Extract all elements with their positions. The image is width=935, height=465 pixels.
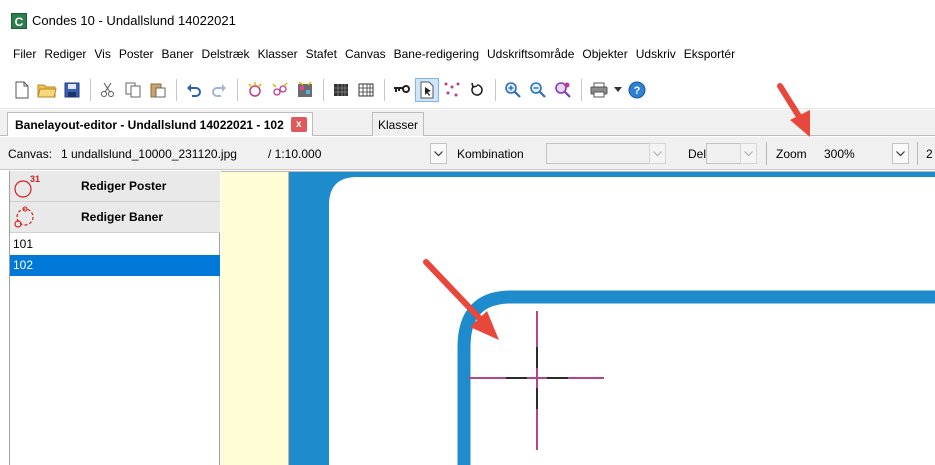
menu-canvas[interactable]: Canvas — [341, 47, 390, 61]
open-folder-icon[interactable] — [35, 78, 59, 102]
control-add-icon[interactable] — [243, 78, 267, 102]
options-separator — [766, 142, 767, 165]
menu-rediger[interactable]: Rediger — [40, 47, 90, 61]
cut-icon[interactable] — [96, 78, 120, 102]
menu-udskriftsomraade[interactable]: Udskriftsområde — [483, 47, 578, 61]
course-icon[interactable] — [293, 78, 317, 102]
map-drawing[interactable] — [221, 172, 935, 465]
menu-delstraek[interactable]: Delstræk — [198, 47, 254, 61]
menu-poster[interactable]: Poster — [115, 47, 158, 61]
toolbar-separator — [176, 78, 177, 101]
svg-text:?: ? — [634, 85, 641, 97]
course-panel: 31 Rediger Poster Rediger Baner 101 102 — [9, 171, 220, 465]
menu-filer[interactable]: Filer — [9, 47, 40, 61]
course-list-item[interactable]: 101 — [10, 234, 220, 255]
redo-icon[interactable] — [207, 78, 231, 102]
edit-courses-button[interactable]: Rediger Baner — [10, 202, 220, 233]
zoom-in-icon[interactable] — [501, 78, 525, 102]
zoom-label: Zoom — [776, 147, 807, 161]
tab-klasser[interactable]: Klasser — [372, 112, 425, 136]
menu-baner[interactable]: Baner — [158, 47, 198, 61]
edit-controls-button[interactable]: 31 Rediger Poster — [10, 171, 220, 202]
del-select[interactable] — [706, 143, 742, 164]
save-icon[interactable] — [60, 78, 84, 102]
tab-banelayout-editor[interactable]: Banelayout-editor - Undallslund 14022021… — [7, 112, 313, 136]
kombination-dropdown-button[interactable] — [649, 143, 666, 164]
del-dropdown-button[interactable] — [740, 143, 757, 164]
canvas-options-bar: Canvas: 1 undallslund_10000_231120.jpg /… — [0, 137, 935, 170]
edit-controls-label: Rediger Poster — [81, 179, 167, 193]
menu-klasser[interactable]: Klasser — [254, 47, 302, 61]
zoom-value: 300% — [824, 147, 855, 161]
map-margin — [221, 172, 289, 465]
toolbar-separator — [581, 78, 582, 101]
dots-icon[interactable] — [440, 78, 464, 102]
canvas-label: Canvas: — [8, 147, 53, 161]
edit-courses-label: Rediger Baner — [81, 210, 164, 224]
menu-eksporter[interactable]: Eksportér — [680, 47, 739, 61]
zoom-out-icon[interactable] — [526, 78, 550, 102]
window-title: Condes 10 - Undallslund 14022021 — [32, 13, 236, 28]
new-file-icon[interactable] — [10, 78, 34, 102]
app-icon: C — [11, 13, 27, 29]
control-count-badge: 31 — [30, 174, 40, 184]
help-icon[interactable]: ? — [625, 78, 649, 102]
key-icon[interactable] — [390, 78, 414, 102]
toolbar-separator — [90, 78, 91, 101]
options-separator — [917, 142, 918, 165]
toolbar-separator — [237, 78, 238, 101]
undo-icon[interactable] — [182, 78, 206, 102]
close-icon[interactable]: x — [290, 117, 307, 132]
menu-bane-redigering[interactable]: Bane-redigering — [390, 47, 483, 61]
cut-off-field: 2 — [926, 147, 933, 161]
canvas-dropdown-button[interactable] — [430, 143, 447, 164]
course-loop-icon — [14, 206, 34, 228]
print-icon[interactable] — [587, 78, 611, 102]
tab-label: Banelayout-editor - Undallslund 14022021… — [15, 117, 284, 132]
course-list-item-selected[interactable]: 102 — [10, 255, 220, 276]
pointer-tool-icon[interactable] — [415, 77, 439, 102]
print-dropdown-icon[interactable] — [612, 78, 624, 102]
grid-dense-icon[interactable] — [329, 78, 353, 102]
canvas-file-value: 1 undallslund_10000_231120.jpg — [61, 147, 237, 161]
kombination-label: Kombination — [457, 147, 524, 161]
menu-stafet[interactable]: Stafet — [302, 47, 341, 61]
paste-icon[interactable] — [146, 78, 170, 102]
zoom-dropdown-button[interactable] — [892, 143, 909, 164]
menu-objekter[interactable]: Objekter — [578, 47, 631, 61]
control-circle-icon: 31 — [14, 174, 40, 198]
menu-udskriv[interactable]: Udskriv — [632, 47, 680, 61]
control-edit-icon[interactable] — [268, 78, 292, 102]
toolbar-separator — [384, 78, 385, 101]
toolbar-separator — [323, 78, 324, 101]
map-background — [289, 172, 935, 465]
kombination-select[interactable] — [546, 143, 651, 164]
loop-icon[interactable] — [465, 78, 489, 102]
toolbar-separator — [495, 78, 496, 101]
zoom-custom-icon[interactable] — [551, 78, 575, 102]
title-bar: C Condes 10 - Undallslund 14022021 — [0, 0, 935, 42]
annotation-arrow-zoom — [777, 83, 810, 137]
map-canvas[interactable] — [221, 171, 935, 465]
del-label: Del — [688, 147, 707, 161]
copy-icon[interactable] — [121, 78, 145, 102]
canvas-scale-value: / 1:10.000 — [268, 147, 322, 161]
menu-bar: Filer Rediger Vis Poster Baner Delstræk … — [0, 43, 935, 65]
grid-icon[interactable] — [354, 78, 378, 102]
menu-vis[interactable]: Vis — [90, 47, 114, 61]
